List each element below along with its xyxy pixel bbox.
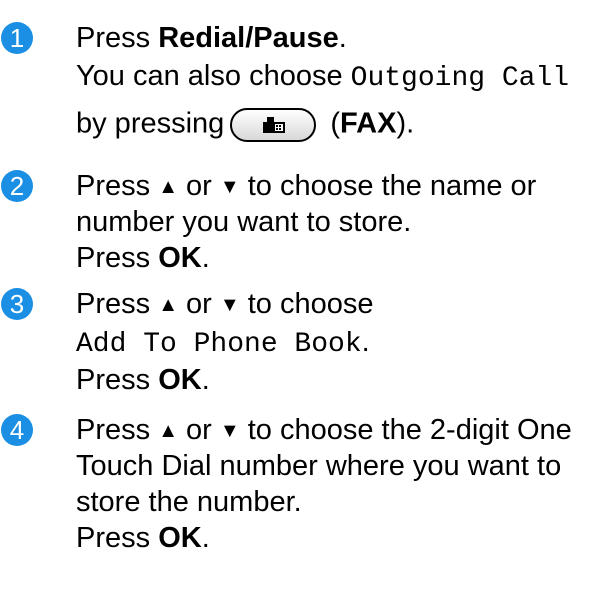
step-number-badge: 4: [1, 414, 33, 446]
fax-button-icon: [230, 108, 317, 142]
step-2-line-2: number you want to store.: [76, 206, 412, 238]
ok-key-label: OK: [158, 522, 202, 554]
redial-pause-key-label: Redial/Pause: [158, 22, 339, 54]
step-number-badge: 3: [1, 288, 33, 320]
step-4-line-4: Press OK.: [76, 522, 210, 554]
fax-key-label: FAX: [340, 107, 397, 140]
step-1-line-3: by pressing (FAX).: [76, 108, 414, 142]
step-number-badge: 2: [1, 170, 33, 202]
up-arrow-icon: ▲: [158, 294, 178, 316]
step-1-line-2: You can also choose Outgoing Call: [76, 60, 570, 94]
up-arrow-icon: ▲: [158, 176, 178, 198]
ok-key-label: OK: [158, 242, 202, 274]
down-arrow-icon: ▼: [219, 176, 240, 198]
step-1-line-1: Press Redial/Pause.: [76, 22, 347, 54]
step-4-line-1: Press ▲ or ▼ to choose the 2-digit One: [76, 414, 572, 446]
down-arrow-icon: ▼: [219, 420, 240, 442]
outgoing-call-menu-label: Outgoing Call: [350, 63, 570, 94]
step-4-line-3: store the number.: [76, 486, 302, 518]
up-arrow-icon: ▲: [158, 420, 178, 442]
step-number-badge: 1: [1, 22, 33, 54]
step-3-line-2: Add To Phone Book.: [76, 326, 370, 360]
step-2-line-3: Press OK.: [76, 242, 210, 274]
ok-key-label: OK: [158, 364, 202, 396]
step-3-line-3: Press OK.: [76, 364, 210, 396]
step-3-line-1: Press ▲ or ▼ to choose: [76, 288, 374, 320]
down-arrow-icon: ▼: [219, 294, 240, 316]
add-to-phone-book-menu-label: Add To Phone Book: [76, 329, 362, 360]
step-4-line-2: Touch Dial number where you want to: [76, 450, 562, 482]
step-2-line-1: Press ▲ or ▼ to choose the name or: [76, 170, 537, 202]
